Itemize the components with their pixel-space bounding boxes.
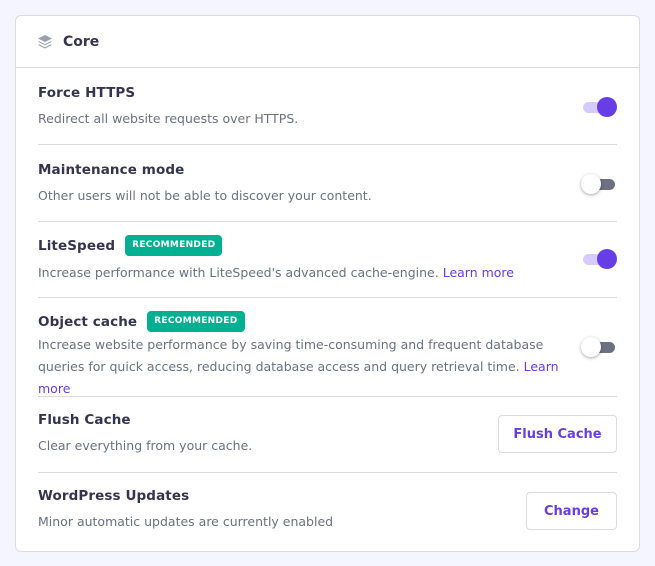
core-settings-card: Core Force HTTPS Redirect all website re…: [15, 15, 640, 552]
description-text: Increase performance with LiteSpeed's ad…: [38, 265, 439, 280]
toggle-knob: [597, 97, 617, 117]
setting-title: LiteSpeed: [38, 237, 116, 254]
setting-title: Object cache: [38, 313, 138, 330]
setting-row-flush-cache: Flush Cache Clear everything from your c…: [38, 397, 617, 473]
setting-description: Increase performance with LiteSpeed's ad…: [38, 262, 617, 284]
flush-cache-button[interactable]: Flush Cache: [498, 415, 617, 453]
description-text: Increase website performance by saving t…: [38, 337, 544, 374]
toggle-knob: [581, 174, 601, 194]
setting-row-wordpress-updates: WordPress Updates Minor automatic update…: [38, 473, 617, 551]
setting-title: Maintenance mode: [38, 162, 185, 178]
layers-icon: [37, 34, 53, 50]
setting-description: Other users will not be able to discover…: [38, 188, 372, 203]
setting-row-litespeed: LiteSpeed RECOMMENDED Increase performan…: [38, 222, 617, 298]
settings-list: Force HTTPS Redirect all website request…: [16, 68, 639, 551]
card-header: Core: [16, 16, 639, 68]
recommended-badge: RECOMMENDED: [125, 235, 223, 256]
setting-description: Redirect all website requests over HTTPS…: [38, 111, 299, 126]
recommended-badge: RECOMMENDED: [147, 311, 245, 332]
card-title: Core: [63, 33, 100, 50]
learn-more-link[interactable]: Learn more: [443, 265, 514, 280]
litespeed-toggle[interactable]: [581, 249, 617, 269]
maintenance-mode-toggle[interactable]: [581, 174, 617, 194]
setting-title: Force HTTPS: [38, 85, 136, 101]
toggle-knob: [597, 249, 617, 269]
toggle-knob: [581, 337, 601, 357]
setting-row-object-cache: Object cache RECOMMENDED Increase websit…: [38, 298, 617, 397]
setting-row-maintenance-mode: Maintenance mode Other users will not be…: [38, 145, 617, 222]
object-cache-toggle[interactable]: [581, 337, 617, 357]
change-updates-button[interactable]: Change: [526, 492, 617, 530]
setting-row-force-https: Force HTTPS Redirect all website request…: [38, 68, 617, 145]
force-https-toggle[interactable]: [581, 97, 617, 117]
setting-description: Increase website performance by saving t…: [38, 334, 586, 400]
